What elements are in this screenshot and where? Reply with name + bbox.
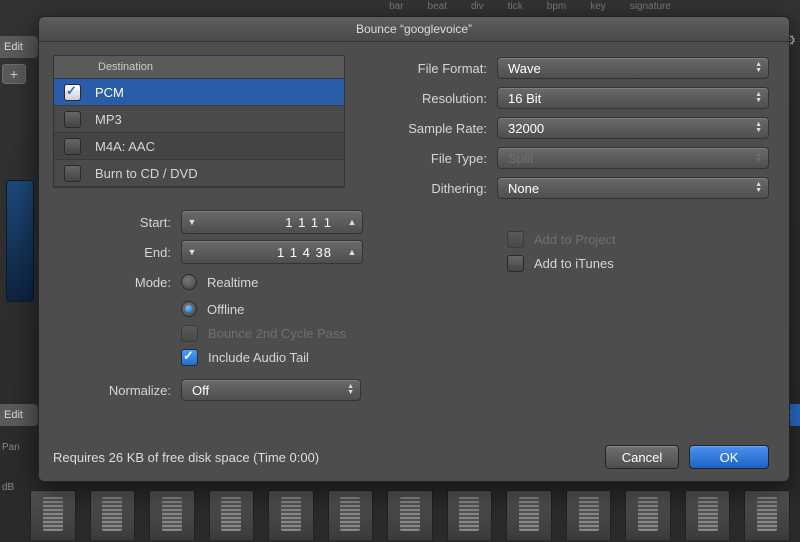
- checkbox-icon[interactable]: [64, 111, 81, 128]
- updown-arrows-icon: ▲▼: [755, 92, 762, 104]
- checkbox-icon[interactable]: [64, 84, 81, 101]
- sample-rate-dropdown[interactable]: 32000 ▲▼: [497, 117, 769, 139]
- dithering-dropdown[interactable]: None ▲▼: [497, 177, 769, 199]
- ruler-label: bpm: [547, 0, 566, 14]
- updown-arrows-icon: ▲▼: [755, 182, 762, 194]
- normalize-label: Normalize:: [53, 383, 171, 398]
- mode-label: Mode:: [53, 275, 171, 290]
- pan-label: Pan: [2, 442, 20, 453]
- end-value[interactable]: 1 1 4 38: [202, 245, 342, 260]
- destination-list: Destination PCM MP3 M4A: AAC Burn to CD …: [53, 55, 345, 188]
- file-format-value: Wave: [508, 61, 541, 76]
- destination-row-mp3[interactable]: MP3: [54, 106, 344, 133]
- mixer-channel[interactable]: [90, 490, 136, 540]
- mode-realtime-label: Realtime: [207, 275, 258, 290]
- mixer-channel[interactable]: [387, 490, 433, 540]
- resolution-value: 16 Bit: [508, 91, 541, 106]
- mixer-channel[interactable]: [685, 490, 731, 540]
- checkbox-add-itunes[interactable]: [507, 255, 524, 272]
- dialog-footer: Requires 26 KB of free disk space (Time …: [53, 445, 769, 469]
- checkbox-bounce-2nd: [181, 325, 198, 342]
- ruler-label: tick: [508, 0, 523, 14]
- left-controls: Start: ▼ 1 1 1 1 ▲ End: ▼ 1 1 4 38 ▲ Mod…: [53, 207, 363, 405]
- radio-realtime[interactable]: [181, 274, 197, 290]
- right-controls: File Format: Wave ▲▼ Resolution: 16 Bit …: [369, 53, 769, 275]
- add-project-label: Add to Project: [534, 232, 616, 247]
- add-track-button[interactable]: +: [2, 64, 26, 84]
- bounce-2nd-label: Bounce 2nd Cycle Pass: [208, 326, 346, 341]
- dialog-title: Bounce “googlevoice”: [39, 17, 789, 42]
- mixer-channel[interactable]: [149, 490, 195, 540]
- side-tab-edit-2[interactable]: Edit: [0, 404, 38, 426]
- ruler-label: bar: [389, 0, 403, 14]
- mode-offline-label: Offline: [207, 302, 244, 317]
- sample-rate-label: Sample Rate:: [369, 121, 487, 136]
- file-type-label: File Type:: [369, 151, 487, 166]
- chevron-down-icon[interactable]: ▼: [182, 247, 202, 257]
- destination-label: Burn to CD / DVD: [95, 166, 198, 181]
- file-format-dropdown[interactable]: Wave ▲▼: [497, 57, 769, 79]
- cancel-button[interactable]: Cancel: [605, 445, 679, 469]
- requires-text: Requires 26 KB of free disk space (Time …: [53, 450, 319, 465]
- checkbox-icon[interactable]: [64, 138, 81, 155]
- chevron-up-icon[interactable]: ▲: [342, 217, 362, 227]
- destination-row-m4a[interactable]: M4A: AAC: [54, 133, 344, 160]
- checkbox-include-tail[interactable]: [181, 349, 198, 366]
- destination-label: MP3: [95, 112, 122, 127]
- end-label: End:: [53, 245, 171, 260]
- destination-row-burn[interactable]: Burn to CD / DVD: [54, 160, 344, 187]
- chevron-down-icon[interactable]: ▼: [182, 217, 202, 227]
- ok-button[interactable]: OK: [689, 445, 769, 469]
- ruler-label: signature: [630, 0, 671, 14]
- updown-arrows-icon: ▲▼: [755, 62, 762, 74]
- mixer-channel[interactable]: [744, 490, 790, 540]
- mixer-channel[interactable]: [625, 490, 671, 540]
- chevron-up-icon[interactable]: ▲: [342, 247, 362, 257]
- ruler-label: key: [590, 0, 606, 14]
- resolution-dropdown[interactable]: 16 Bit ▲▼: [497, 87, 769, 109]
- db-label: dB: [2, 482, 14, 493]
- destination-row-pcm[interactable]: PCM: [54, 79, 344, 106]
- mixer-channel[interactable]: [268, 490, 314, 540]
- timeline-ruler: bar beat div tick bpm key signature: [270, 0, 790, 14]
- mixer-channel[interactable]: [506, 490, 552, 540]
- bounce-dialog: Bounce “googlevoice” Destination PCM MP3…: [38, 16, 790, 482]
- end-spinner[interactable]: ▼ 1 1 4 38 ▲: [181, 240, 363, 264]
- destination-header: Destination: [54, 56, 344, 79]
- checkbox-icon[interactable]: [64, 165, 81, 182]
- radio-offline[interactable]: [181, 301, 197, 317]
- mixer-channel[interactable]: [566, 490, 612, 540]
- mixer-channel[interactable]: [209, 490, 255, 540]
- mixer-channel[interactable]: [30, 490, 76, 540]
- track-region: [6, 180, 34, 302]
- add-itunes-label: Add to iTunes: [534, 256, 614, 271]
- dithering-label: Dithering:: [369, 181, 487, 196]
- dithering-value: None: [508, 181, 539, 196]
- normalize-dropdown[interactable]: Off ▲▼: [181, 379, 361, 401]
- file-type-value: Split: [508, 151, 533, 166]
- updown-arrows-icon: ▲▼: [755, 152, 762, 164]
- sample-rate-value: 32000: [508, 121, 544, 136]
- normalize-value: Off: [192, 383, 209, 398]
- checkbox-add-project: [507, 231, 524, 248]
- mixer-channel[interactable]: [328, 490, 374, 540]
- start-value[interactable]: 1 1 1 1: [202, 215, 342, 230]
- destination-label: M4A: AAC: [95, 139, 155, 154]
- destination-label: PCM: [95, 85, 124, 100]
- ruler-label: div: [471, 0, 484, 14]
- resolution-label: Resolution:: [369, 91, 487, 106]
- updown-arrows-icon: ▲▼: [347, 384, 354, 396]
- mixer-strip: [30, 490, 790, 540]
- start-spinner[interactable]: ▼ 1 1 1 1 ▲: [181, 210, 363, 234]
- include-tail-label: Include Audio Tail: [208, 350, 309, 365]
- file-format-label: File Format:: [369, 61, 487, 76]
- file-type-dropdown: Split ▲▼: [497, 147, 769, 169]
- mixer-channel[interactable]: [447, 490, 493, 540]
- ruler-label: beat: [428, 0, 447, 14]
- updown-arrows-icon: ▲▼: [755, 122, 762, 134]
- start-label: Start:: [53, 215, 171, 230]
- side-tab-edit[interactable]: Edit: [0, 36, 38, 58]
